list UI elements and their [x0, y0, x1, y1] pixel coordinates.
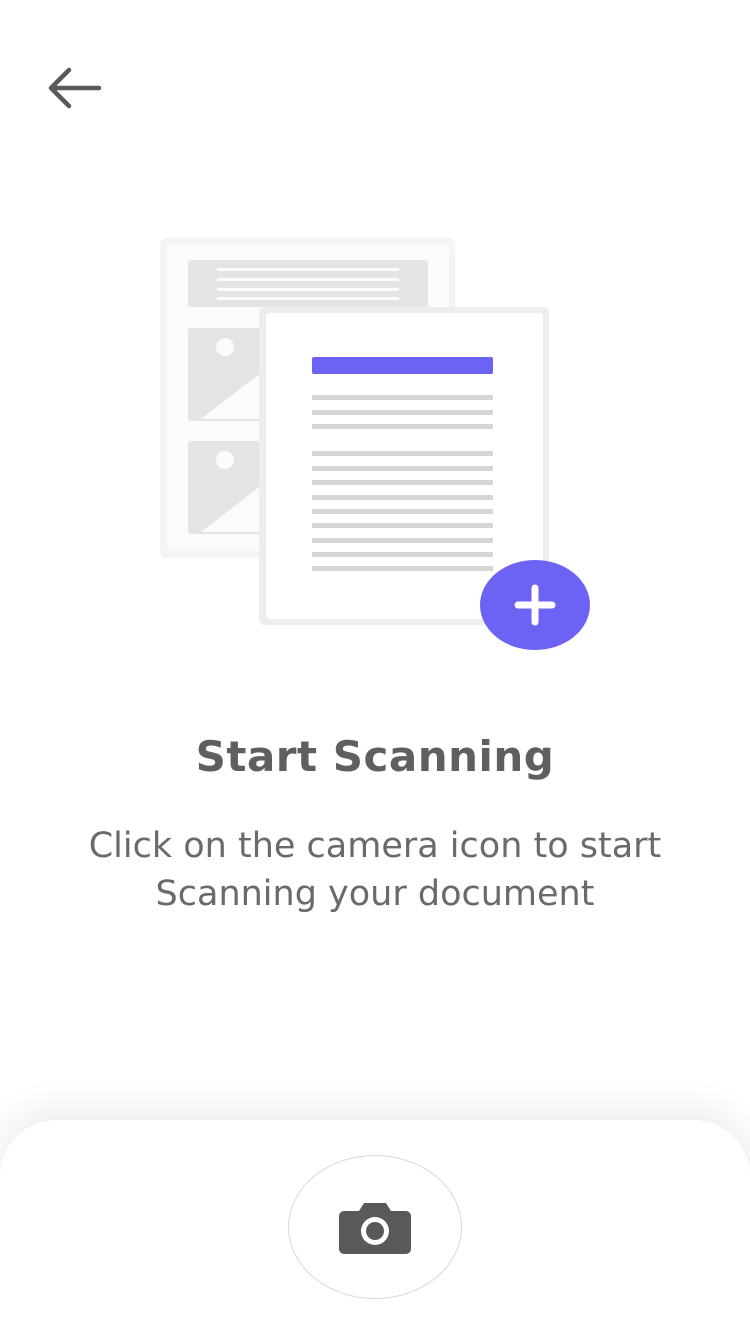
documents-illustration: [160, 238, 590, 650]
camera-button[interactable]: [288, 1155, 462, 1299]
scan-screen: Start Scanning Click on the camera icon …: [0, 0, 750, 1334]
arrow-left-icon: [48, 67, 102, 109]
empty-state-description: Click on the camera icon to start Scanni…: [88, 826, 662, 914]
empty-state-title: Start Scanning: [195, 732, 555, 781]
plus-icon: [480, 560, 590, 650]
back-button[interactable]: [38, 55, 110, 121]
camera-icon: [339, 1203, 411, 1254]
